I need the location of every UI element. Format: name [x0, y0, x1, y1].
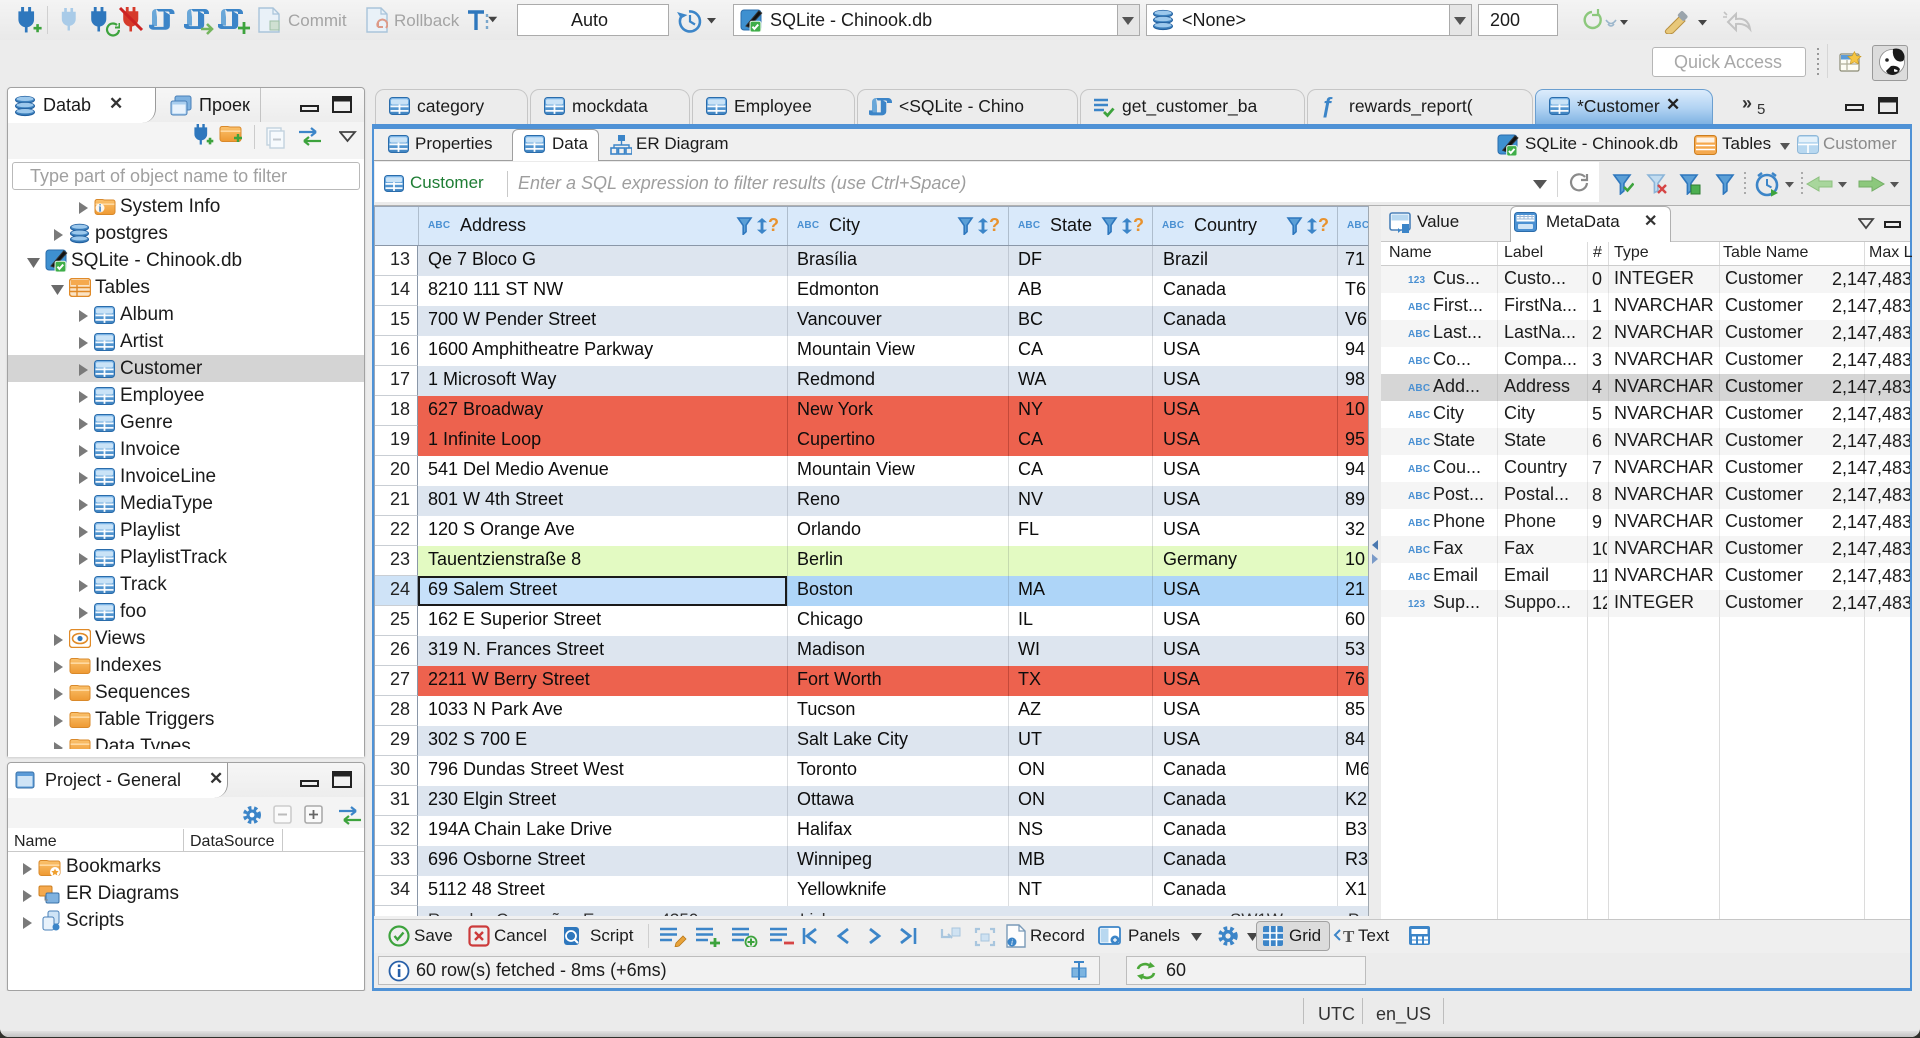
- svg-text:i: i: [1011, 938, 1013, 947]
- svg-text:i: i: [99, 204, 102, 215]
- svg-text:T: T: [1343, 927, 1355, 946]
